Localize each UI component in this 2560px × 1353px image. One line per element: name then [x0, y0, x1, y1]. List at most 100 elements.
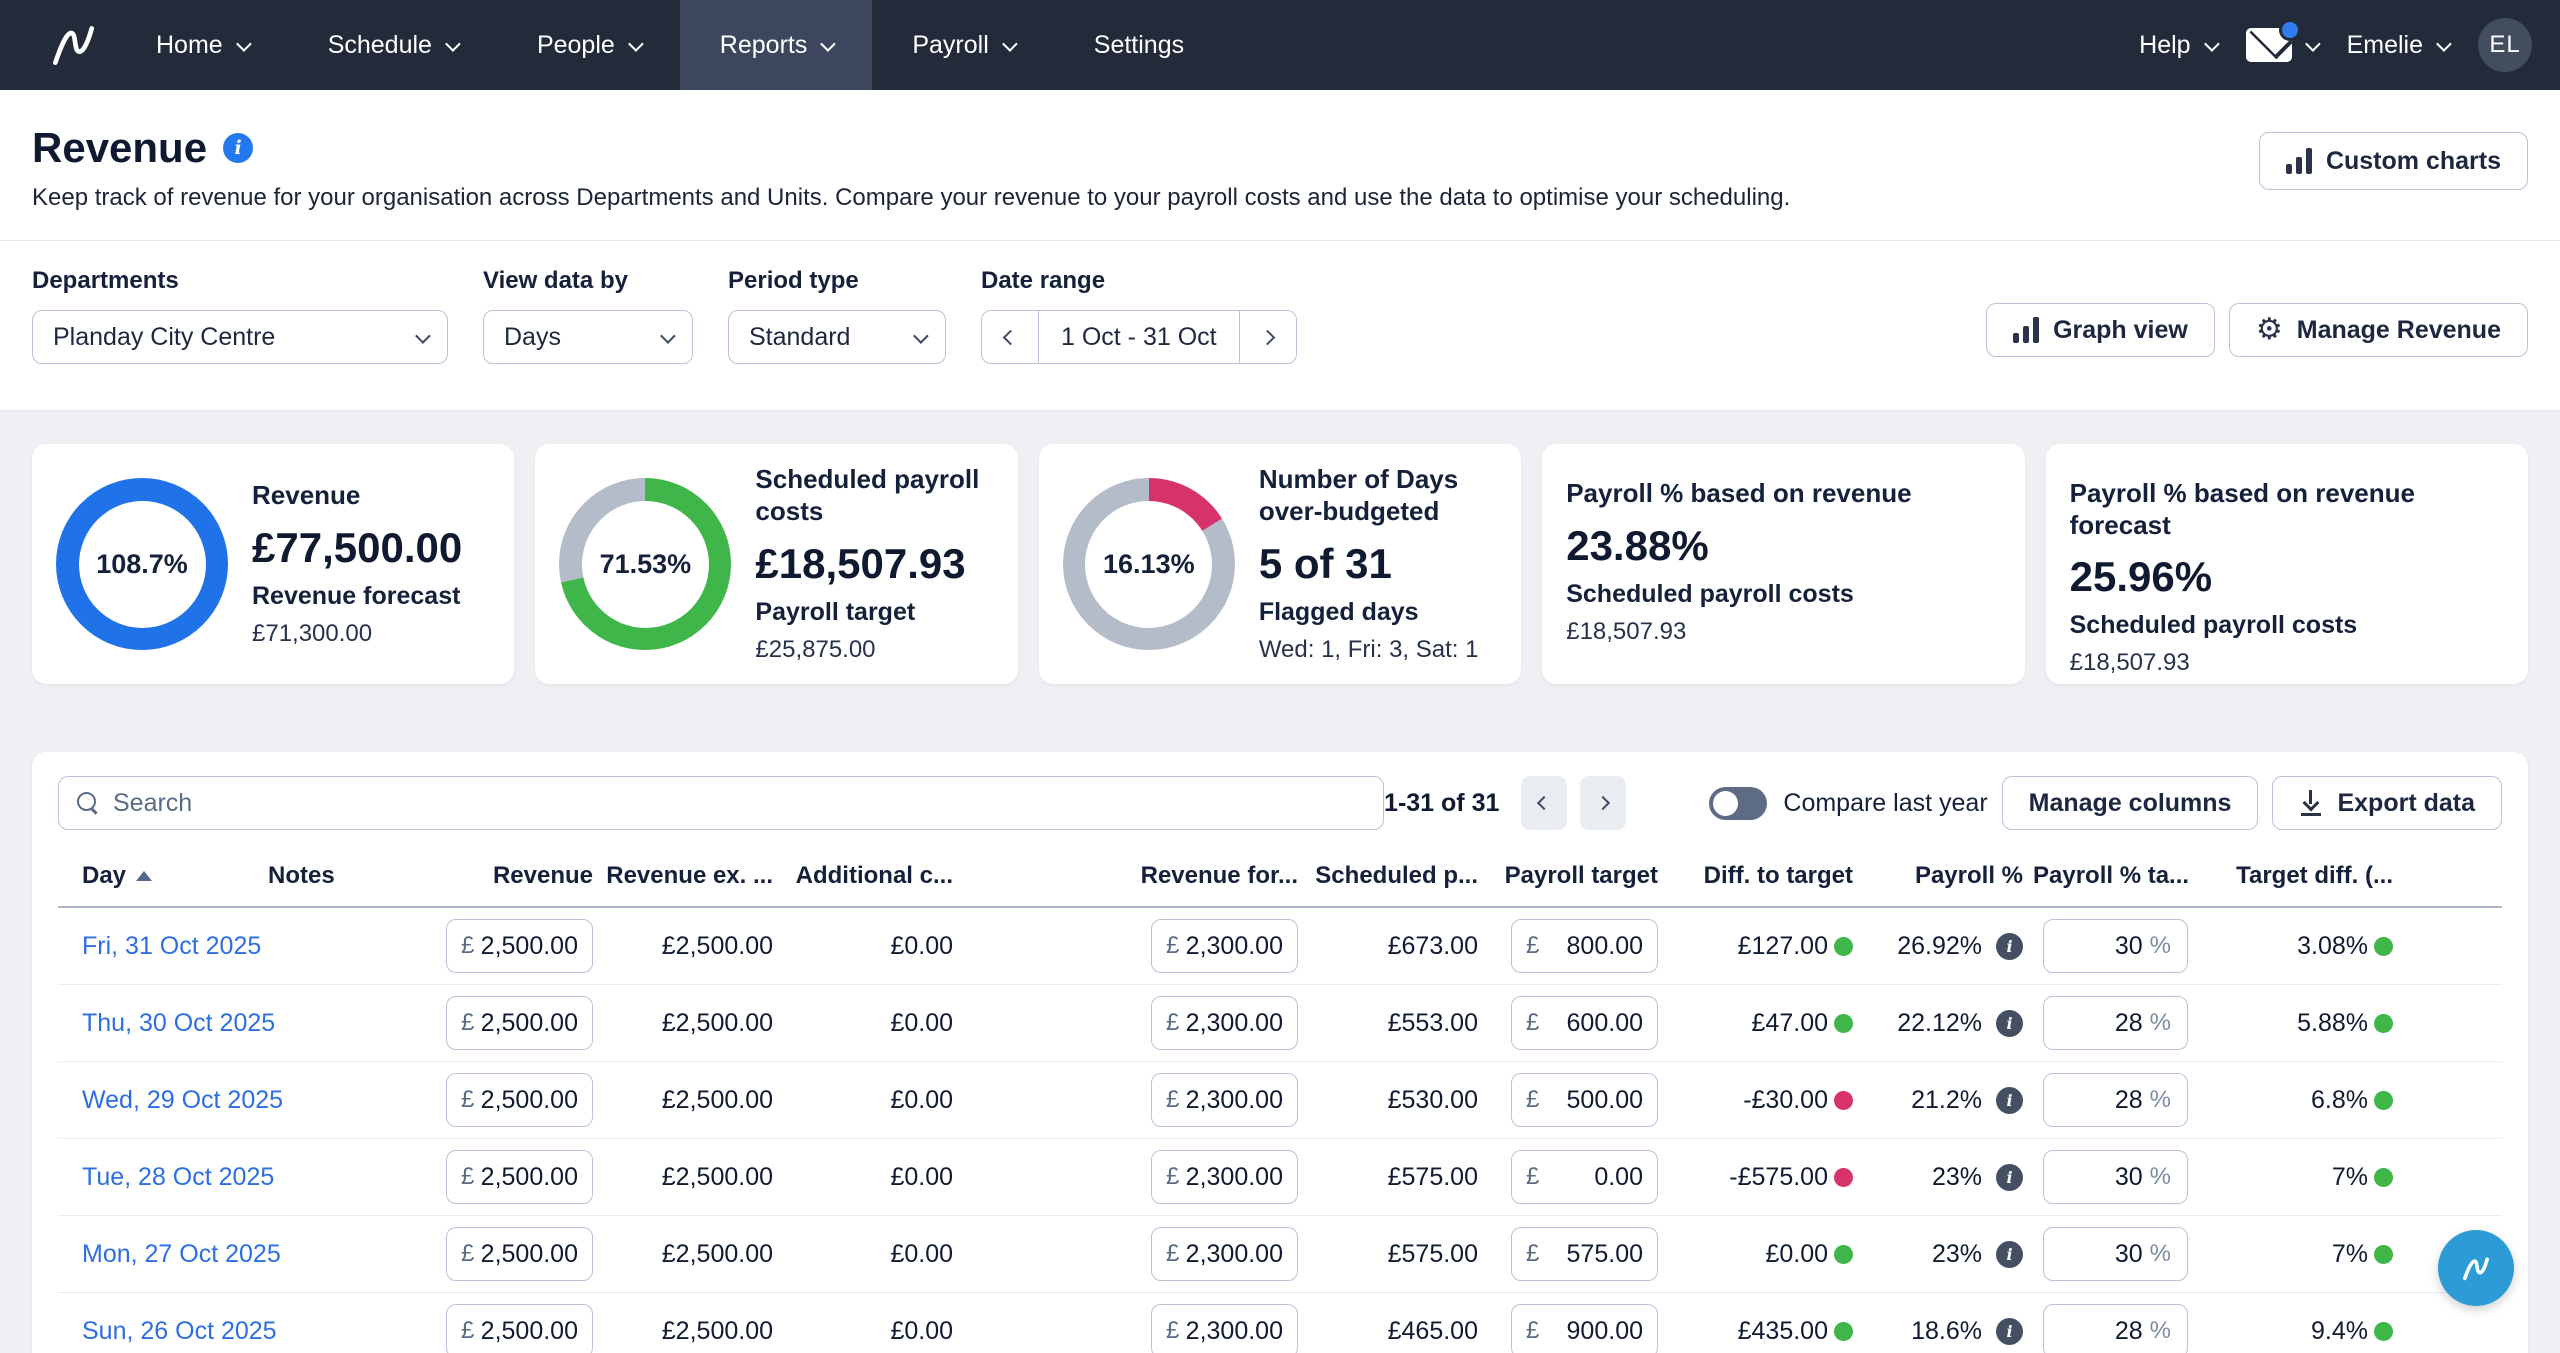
user-menu[interactable]: Emelie [2347, 31, 2448, 60]
help-menu[interactable]: Help [2139, 31, 2215, 60]
info-icon[interactable]: i [1996, 1241, 2023, 1268]
forecast-input-value: 2,300.00 [1186, 1317, 1283, 1346]
payroll-target-input[interactable]: £500.00 [1511, 1073, 1658, 1127]
status-dot [1834, 1168, 1853, 1187]
period-type-select[interactable]: Standard [728, 310, 946, 364]
revenue-forecast-input[interactable]: £2,300.00 [1151, 996, 1298, 1050]
payroll-pct-target-input[interactable]: 28% [2043, 1073, 2188, 1127]
info-icon[interactable]: i [1996, 1318, 2023, 1345]
revenue-forecast-input[interactable]: £2,300.00 [1151, 919, 1298, 973]
revenue-input[interactable]: £2,500.00 [446, 996, 593, 1050]
column-header-payroll-target[interactable]: Payroll target [1488, 862, 1658, 890]
day-link[interactable]: Mon, 27 Oct 2025 [58, 1240, 258, 1269]
avatar[interactable]: EL [2478, 18, 2532, 72]
nav-item-payroll[interactable]: Payroll [872, 0, 1053, 90]
donut-percent: 16.13% [1103, 549, 1195, 580]
manage-revenue-button[interactable]: ⚙ Manage Revenue [2229, 303, 2528, 357]
graph-view-button[interactable]: Graph view [1986, 303, 2215, 357]
payroll-target-input[interactable]: £800.00 [1511, 919, 1658, 973]
payroll-pct-target-input[interactable]: 30% [2043, 919, 2188, 973]
bar-chart-icon [2286, 148, 2312, 174]
info-icon[interactable]: i [1996, 1010, 2023, 1037]
revenue-forecast-input[interactable]: £2,300.00 [1151, 1304, 1298, 1353]
currency-prefix: £ [1166, 932, 1179, 960]
manage-columns-button[interactable]: Manage columns [2002, 776, 2259, 830]
compare-last-year-control: Compare last year [1709, 787, 1987, 820]
messages-menu[interactable] [2246, 28, 2317, 62]
planday-logo-icon [2456, 1248, 2496, 1288]
diff-value: -£30.00 [1743, 1086, 1828, 1115]
column-header-diff-to-target[interactable]: Diff. to target [1668, 862, 1853, 890]
filter-label: Date range [981, 267, 1297, 295]
column-header-target-diff[interactable]: Target diff. (... [2198, 862, 2393, 890]
date-range-value[interactable]: 1 Oct - 31 Oct [1038, 311, 1240, 363]
column-header-additional[interactable]: Additional c... [783, 862, 953, 890]
date-range-next-button[interactable] [1240, 311, 1296, 363]
nav-item-home[interactable]: Home [116, 0, 288, 90]
day-link[interactable]: Fri, 31 Oct 2025 [58, 932, 258, 961]
payroll-target-input[interactable]: £575.00 [1511, 1227, 1658, 1281]
revenue-input[interactable]: £2,500.00 [446, 1227, 593, 1281]
search-box [58, 776, 1384, 830]
payroll-pct-target-input[interactable]: 28% [2043, 996, 2188, 1050]
revenue-input[interactable]: £2,500.00 [446, 1150, 593, 1204]
payroll-target-input[interactable]: £600.00 [1511, 996, 1658, 1050]
column-header-day[interactable]: Day [58, 862, 258, 890]
info-icon[interactable]: i [1996, 1164, 2023, 1191]
forecast-input-value: 2,300.00 [1186, 1163, 1283, 1192]
planday-logo-icon[interactable] [30, 0, 116, 90]
chevron-right-icon [1260, 329, 1276, 345]
info-icon[interactable]: i [223, 133, 253, 163]
nav-right: Help Emelie EL [2139, 18, 2560, 72]
day-link[interactable]: Tue, 28 Oct 2025 [58, 1163, 258, 1192]
nav-item-label: Reports [720, 31, 808, 60]
day-link[interactable]: Sun, 26 Oct 2025 [58, 1317, 258, 1346]
payroll-pct-target-input[interactable]: 30% [2043, 1227, 2188, 1281]
prev-page-button[interactable] [1521, 776, 1567, 830]
planday-assistant-button[interactable] [2438, 1230, 2514, 1306]
custom-charts-button[interactable]: Custom charts [2259, 132, 2528, 190]
day-link[interactable]: Wed, 29 Oct 2025 [58, 1086, 258, 1115]
nav-item-label: People [537, 31, 615, 60]
revenue-input[interactable]: £2,500.00 [446, 919, 593, 973]
view-data-by-value: Days [504, 323, 561, 352]
payroll-target-input[interactable]: £0.00 [1511, 1150, 1658, 1204]
search-input[interactable] [113, 789, 1365, 818]
revenue-forecast-input[interactable]: £2,300.00 [1151, 1073, 1298, 1127]
column-header-revenue[interactable]: Revenue [443, 862, 593, 890]
diff-to-target-cell: £47.00 [1668, 1009, 1853, 1038]
custom-charts-label: Custom charts [2326, 147, 2501, 176]
revenue-ex-cell: £2,500.00 [603, 1317, 773, 1346]
compare-last-year-toggle[interactable] [1709, 787, 1767, 820]
nav-item-people[interactable]: People [497, 0, 680, 90]
column-header-scheduled-payroll[interactable]: Scheduled p... [1308, 862, 1478, 890]
payroll-target-input-value: 0.00 [1594, 1163, 1643, 1192]
nav-item-settings[interactable]: Settings [1054, 0, 1224, 90]
departments-select[interactable]: Planday City Centre [32, 310, 448, 364]
nav-item-reports[interactable]: Reports [680, 0, 873, 90]
revenue-forecast-input[interactable]: £2,300.00 [1151, 1150, 1298, 1204]
column-header-payroll-pct[interactable]: Payroll % [1863, 862, 2023, 890]
column-header-revenue-forecast[interactable]: Revenue for... [1138, 862, 1298, 890]
info-icon[interactable]: i [1996, 1087, 2023, 1114]
column-header-notes[interactable]: Notes [268, 862, 433, 890]
payroll-target-input[interactable]: £900.00 [1511, 1304, 1658, 1353]
day-link[interactable]: Thu, 30 Oct 2025 [58, 1009, 258, 1038]
column-header-revenue-ex[interactable]: Revenue ex. ... [603, 862, 773, 890]
nav-item-schedule[interactable]: Schedule [288, 0, 497, 90]
payroll-pct-cell: 18.6%i [1863, 1317, 2023, 1346]
currency-prefix: £ [1166, 1163, 1179, 1191]
column-header-payroll-pct-target[interactable]: Payroll % ta... [2033, 862, 2188, 890]
chevron-left-icon [1002, 329, 1018, 345]
date-range-prev-button[interactable] [982, 311, 1038, 363]
payroll-pct-target-input[interactable]: 30% [2043, 1150, 2188, 1204]
revenue-input[interactable]: £2,500.00 [446, 1304, 593, 1353]
revenue-forecast-input[interactable]: £2,300.00 [1151, 1227, 1298, 1281]
next-page-button[interactable] [1580, 776, 1626, 830]
export-data-button[interactable]: Export data [2272, 776, 2502, 830]
view-data-by-select[interactable]: Days [483, 310, 693, 364]
revenue-input[interactable]: £2,500.00 [446, 1073, 593, 1127]
filter-label: Period type [728, 267, 946, 295]
payroll-pct-target-input[interactable]: 28% [2043, 1304, 2188, 1353]
info-icon[interactable]: i [1996, 933, 2023, 960]
